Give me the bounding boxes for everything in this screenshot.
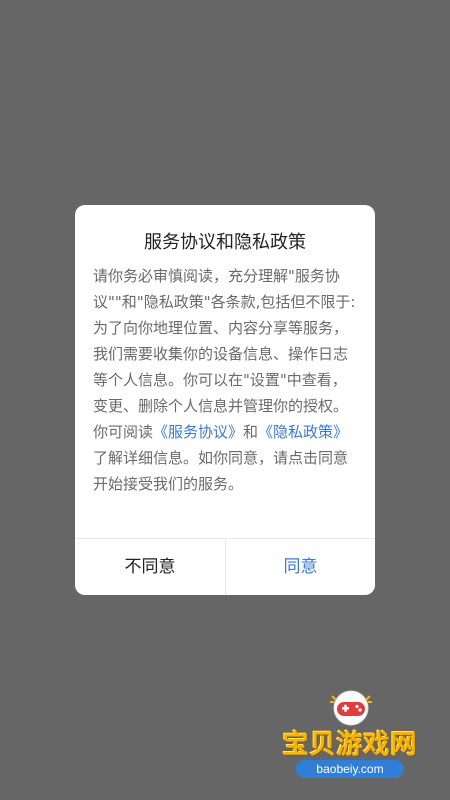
body-text-mid: 和 [243, 423, 259, 441]
privacy-dialog: 服务协议和隐私政策 请你务必审慎阅读，充分理解"服务协议""和"隐私政策"各条款… [75, 205, 375, 595]
dialog-title: 服务协议和隐私政策 [144, 232, 306, 253]
body-text-pre: 请你务必审慎阅读，充分理解"服务协议""和"隐私政策"各条款,包括但不限于:为了… [93, 267, 356, 441]
body-text-post: 了解详细信息。如你同意，请点击同意开始接受我们的服务。 [93, 449, 349, 493]
privacy-policy-link[interactable]: 《隐私政策》 [258, 423, 348, 441]
dialog-body: 请你务必审慎阅读，充分理解"服务协议""和"隐私政策"各条款,包括但不限于:为了… [93, 263, 357, 497]
disagree-button[interactable]: 不同意 [75, 539, 225, 595]
agree-button[interactable]: 同意 [226, 539, 375, 595]
watermark-url: baobeiy.com [296, 760, 404, 778]
gamepad-icon [328, 688, 374, 728]
watermark-brand: 宝贝游戏网 [282, 730, 418, 760]
service-agreement-link[interactable]: 《服务协议》 [153, 423, 243, 441]
watermark: 宝贝游戏网 baobeiy.com [270, 688, 430, 788]
